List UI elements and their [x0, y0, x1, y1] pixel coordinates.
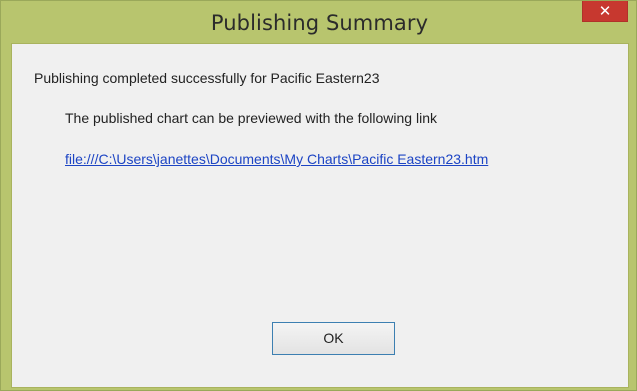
dialog-content: Publishing completed successfully for Pa…	[11, 43, 629, 388]
close-button[interactable]: ✕	[582, 1, 628, 22]
close-icon: ✕	[598, 2, 612, 20]
status-message: Publishing completed successfully for Pa…	[34, 70, 380, 86]
dialog-title: Publishing Summary	[210, 11, 429, 35]
preview-link[interactable]: file:///C:\Users\janettes\Documents\My C…	[65, 151, 488, 167]
publishing-summary-dialog: Publishing Summary ✕ Publishing complete…	[0, 0, 637, 391]
preview-instructions: The published chart can be previewed wit…	[65, 110, 437, 126]
ok-button[interactable]: OK	[272, 322, 395, 355]
title-bar[interactable]: Publishing Summary ✕	[1, 1, 636, 43]
